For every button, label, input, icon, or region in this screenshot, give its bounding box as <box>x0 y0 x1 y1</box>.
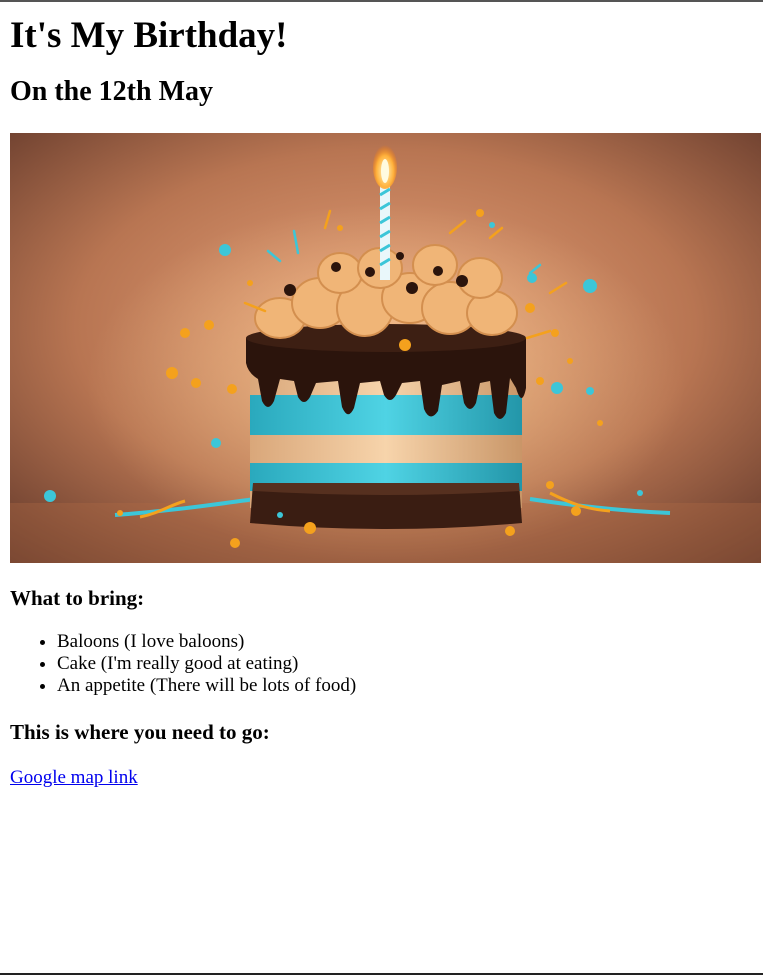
page-title: It's My Birthday! <box>10 15 288 56</box>
location-heading: This is where you need to go: <box>10 720 270 744</box>
bring-list: Baloons (I love baloons) Cake (I'm reall… <box>8 631 755 697</box>
list-item: An appetite (There will be lots of food) <box>57 675 755 697</box>
list-item: Cake (I'm really good at eating) <box>57 653 755 675</box>
date-heading: On the 12th May <box>10 76 213 107</box>
list-item: Baloons (I love baloons) <box>57 631 755 653</box>
page-content: It's My Birthday! On the 12th May What t… <box>0 15 763 789</box>
birthday-cake-image <box>10 133 761 563</box>
bring-heading: What to bring: <box>10 586 145 610</box>
google-map-link[interactable]: Google map link <box>10 767 138 789</box>
